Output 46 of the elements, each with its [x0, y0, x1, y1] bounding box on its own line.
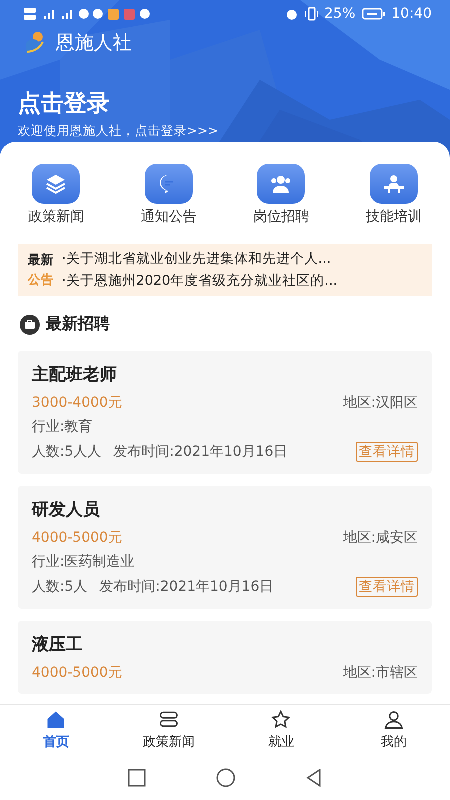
- job-card[interactable]: 液压工 4000-5000元 地区:市辖区: [18, 621, 432, 694]
- industry-text: 行业:教育: [32, 418, 93, 436]
- region-text: 地区:市辖区: [343, 664, 418, 682]
- notice-tag: 最新: [28, 250, 54, 270]
- headcount-text: 人数:5人: [32, 578, 88, 596]
- region-text: 地区:汉阳区: [343, 394, 418, 412]
- section-title: 最新招聘: [46, 314, 110, 335]
- shortcut-button[interactable]: 政策新闻: [0, 164, 112, 226]
- shortcut-button[interactable]: 岗位招聘: [225, 164, 338, 226]
- layers-icon: [44, 172, 68, 196]
- tab-bar-item[interactable]: 首页: [0, 705, 112, 755]
- app-name: 恩施人社: [56, 31, 132, 56]
- recent-apps-icon[interactable]: [128, 768, 146, 786]
- shortcut-button[interactable]: 通知公告: [112, 164, 225, 226]
- notice-link[interactable]: ·关于湖北省就业创业先进集体和先进个人...: [62, 248, 338, 270]
- battery-percent: 25%: [324, 6, 356, 22]
- shortcut-button[interactable]: 技能培训: [338, 164, 450, 226]
- job-card[interactable]: 主配班老师 3000-4000元 地区:汉阳区 行业:教育 人数:5人人 发布时间:2021年10月16日 查看详情: [18, 351, 432, 474]
- headcount-text: 人数:5人人: [32, 443, 102, 461]
- home-icon[interactable]: [216, 768, 236, 788]
- tab-bar-item[interactable]: 政策新闻: [112, 705, 225, 755]
- tab-bar-item[interactable]: 我的: [338, 705, 450, 755]
- job-card[interactable]: 研发人员 4000-5000元 地区:咸安区 行业:医药制造业 人数:5人 发布时间:2021年10月16日 查看详情: [18, 486, 432, 609]
- login-title[interactable]: 点击登录: [18, 88, 432, 119]
- job-title: 主配班老师: [32, 364, 118, 386]
- user-icon: [382, 709, 405, 731]
- notice-link[interactable]: ·关于恩施州2020年度省级充分就业社区的...: [62, 270, 338, 292]
- job-title: 研发人员: [32, 499, 101, 521]
- clock-time: 10:40: [392, 6, 432, 22]
- vibrate-icon: [304, 7, 319, 21]
- salary-text: 4000-5000元: [32, 529, 122, 547]
- publish-date: 发布时间:2021年10月16日: [114, 443, 288, 461]
- home-icon: [45, 709, 68, 731]
- industry-text: 行业:医药制造业: [32, 553, 135, 571]
- salary-text: 4000-5000元: [32, 664, 122, 682]
- back-icon[interactable]: [306, 768, 322, 786]
- login-subtitle[interactable]: 欢迎使用恩施人社，点击登录>>>: [18, 123, 432, 140]
- job-title: 液压工: [32, 634, 84, 656]
- salary-text: 3000-4000元: [32, 394, 122, 412]
- battery-icon: [362, 8, 386, 20]
- publish-date: 发布时间:2021年10月16日: [100, 578, 274, 596]
- tab-bar-item[interactable]: 就业: [225, 705, 338, 755]
- star-icon: [270, 709, 292, 731]
- briefcase-icon: [20, 314, 40, 334]
- region-text: 地区:咸安区: [343, 529, 418, 547]
- notice-tag: 公告: [28, 270, 54, 290]
